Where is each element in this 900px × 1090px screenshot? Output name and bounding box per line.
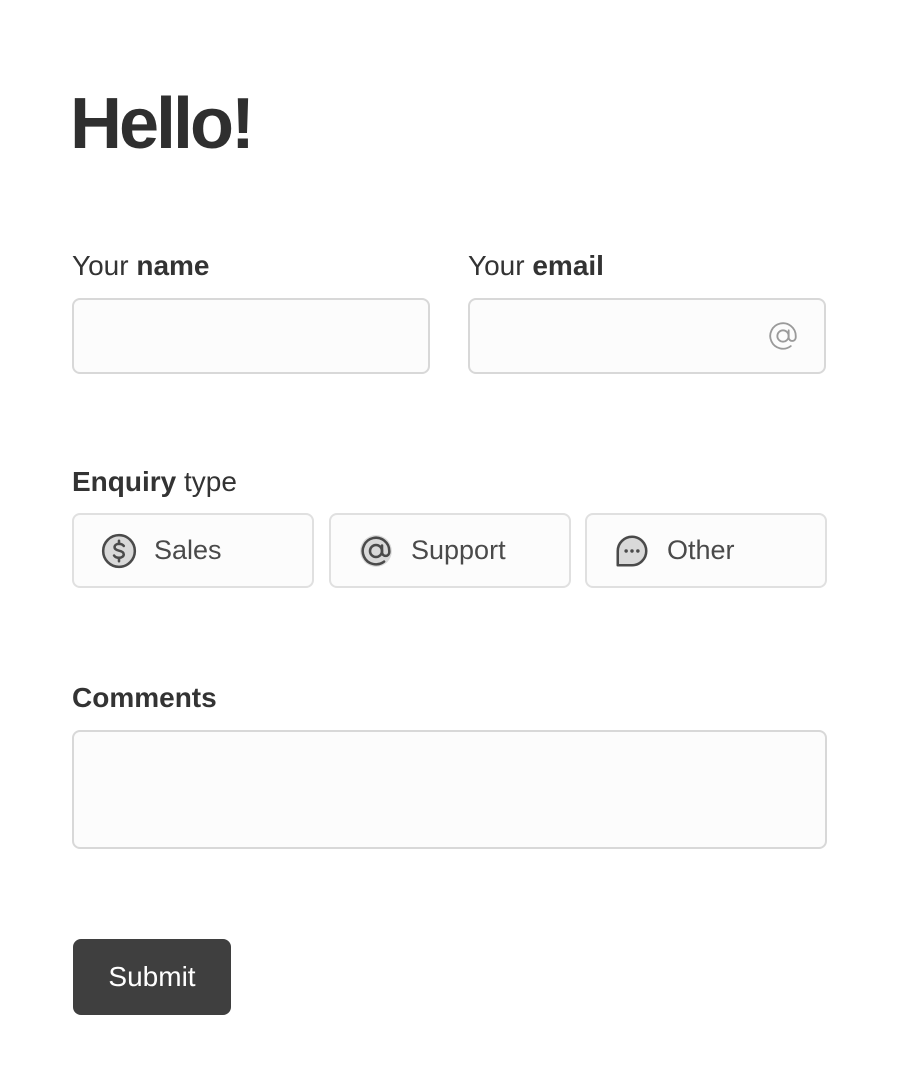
name-label-prefix: Your xyxy=(72,250,129,281)
email-field[interactable] xyxy=(468,298,826,374)
chat-bubble-dots-icon xyxy=(616,535,648,567)
comments-field[interactable] xyxy=(72,730,827,849)
name-label: Your name xyxy=(72,252,210,280)
name-label-bold: name xyxy=(136,250,210,281)
name-field[interactable] xyxy=(72,298,430,374)
dollar-circle-icon xyxy=(101,533,137,568)
enquiry-option-other[interactable]: Other xyxy=(585,513,827,588)
enquiry-option-sales[interactable]: Sales xyxy=(72,513,314,588)
comments-label-text: Comments xyxy=(72,682,217,713)
enquiry-label-bold: Enquiry xyxy=(72,466,177,497)
submit-button[interactable]: Submit xyxy=(73,939,231,1015)
contact-form-page: Hello! Your name Your email Enquiry type… xyxy=(0,0,900,1090)
enquiry-type-label: Enquiry type xyxy=(72,468,237,496)
email-label-prefix: Your xyxy=(468,250,525,281)
enquiry-option-support[interactable]: Support xyxy=(329,513,571,588)
page-title: Hello! xyxy=(70,84,255,164)
enquiry-option-label: Other xyxy=(667,535,735,565)
at-sign-circle-icon xyxy=(360,534,392,567)
email-label: Your email xyxy=(468,252,604,280)
email-label-bold: email xyxy=(532,250,604,281)
enquiry-option-label: Support xyxy=(411,535,506,565)
at-sign-icon xyxy=(769,322,797,350)
enquiry-option-label: Sales xyxy=(154,535,222,565)
name-input[interactable] xyxy=(74,300,428,372)
enquiry-label-suffix: type xyxy=(184,466,237,497)
comments-textarea[interactable] xyxy=(74,732,825,847)
comments-label: Comments xyxy=(72,684,217,712)
